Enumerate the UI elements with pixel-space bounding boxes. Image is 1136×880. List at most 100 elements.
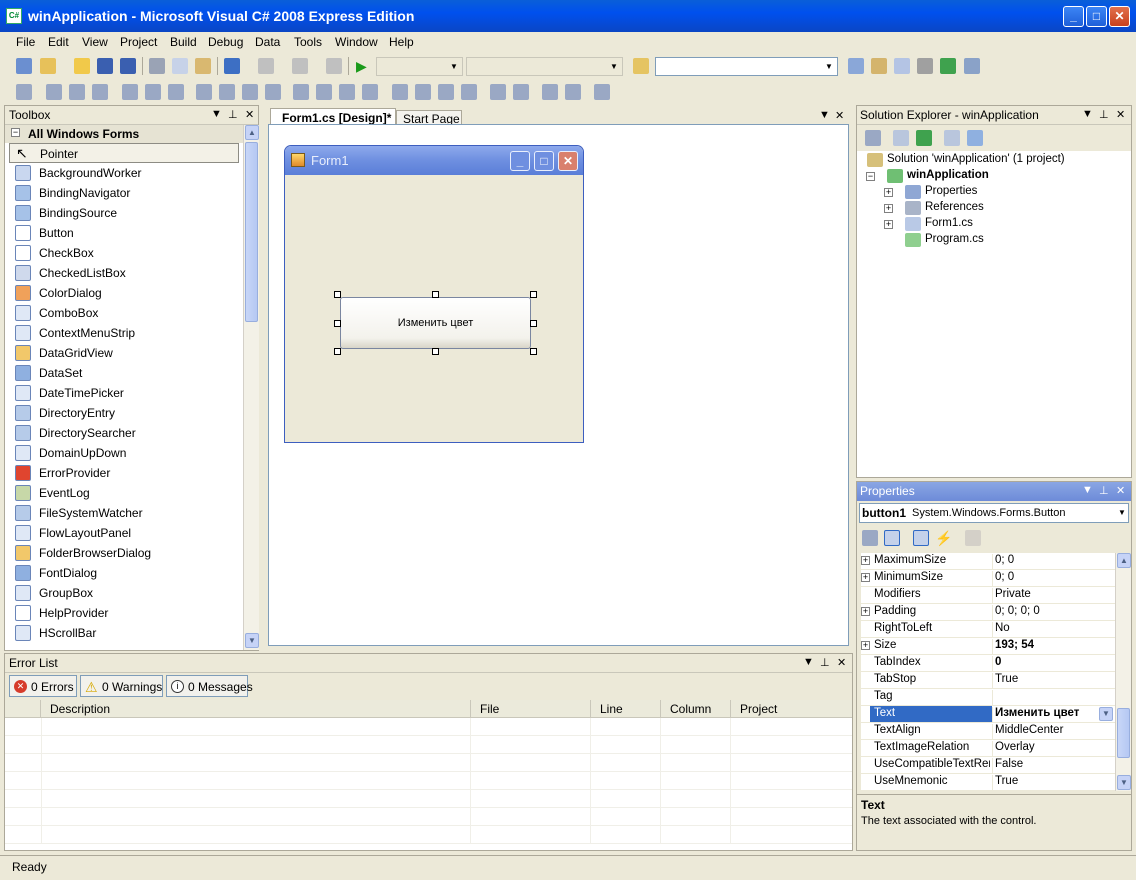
toolbox-item-errorprovider[interactable]: ErrorProvider bbox=[9, 463, 239, 483]
size-to-grid-icon[interactable] bbox=[265, 84, 281, 100]
platform-combo[interactable]: ▼ bbox=[466, 57, 623, 76]
resize-handle[interactable] bbox=[432, 348, 439, 355]
h-spacing-remove-icon[interactable] bbox=[362, 84, 378, 100]
center-horizontally-icon[interactable] bbox=[490, 84, 506, 100]
align-tops-icon[interactable] bbox=[122, 84, 138, 100]
navigate-forward-icon[interactable] bbox=[326, 58, 342, 74]
close-icon[interactable]: ✕ bbox=[245, 108, 254, 121]
table-row[interactable] bbox=[5, 772, 852, 790]
send-to-back-icon[interactable] bbox=[565, 84, 581, 100]
menu-debug[interactable]: Debug bbox=[208, 35, 243, 49]
property-scrollbar[interactable]: ▲ ▼ bbox=[1115, 553, 1131, 791]
scroll-down-icon[interactable]: ▼ bbox=[1117, 775, 1131, 790]
find-combo[interactable]: ▼ bbox=[655, 57, 838, 76]
expand-icon[interactable]: + bbox=[861, 573, 870, 582]
pin-icon[interactable]: ⊥ bbox=[1099, 484, 1109, 497]
menu-build[interactable]: Build bbox=[170, 35, 197, 49]
resize-handle[interactable] bbox=[530, 348, 537, 355]
alphabetical-icon[interactable] bbox=[884, 530, 900, 546]
property-row-righttoleft[interactable]: RightToLeft No bbox=[861, 621, 1115, 638]
tab-dropdown-icon[interactable]: ▼ bbox=[819, 109, 830, 121]
solution-explorer-icon[interactable] bbox=[871, 58, 887, 74]
dropdown-icon[interactable]: ▼ bbox=[211, 108, 222, 120]
dropdown-icon[interactable]: ▼ bbox=[1082, 484, 1093, 496]
other-windows-icon[interactable] bbox=[964, 58, 980, 74]
column-header-icon[interactable] bbox=[5, 700, 41, 717]
align-centers-icon[interactable] bbox=[69, 84, 85, 100]
v-spacing-decrease-icon[interactable] bbox=[438, 84, 454, 100]
start-page-icon[interactable] bbox=[940, 58, 956, 74]
property-value[interactable]: 0; 0; 0; 0 bbox=[992, 605, 1040, 621]
table-row[interactable] bbox=[5, 808, 852, 826]
messages-filter-button[interactable]: i 0 Messages bbox=[166, 675, 253, 697]
pin-icon[interactable]: ⊥ bbox=[228, 108, 238, 121]
scroll-thumb[interactable] bbox=[1117, 708, 1130, 758]
center-vertically-icon[interactable] bbox=[513, 84, 529, 100]
tree-item-program[interactable]: Program.cs bbox=[925, 233, 984, 245]
toolbox-item-eventlog[interactable]: EventLog bbox=[9, 483, 239, 503]
property-row-tag[interactable]: Tag bbox=[861, 689, 1115, 706]
app-icon[interactable]: C# bbox=[6, 8, 22, 24]
collapse-icon[interactable]: − bbox=[11, 128, 20, 137]
toolbox-item-button[interactable]: Button bbox=[9, 223, 239, 243]
toolbox-item-domainupdown[interactable]: DomainUpDown bbox=[9, 443, 239, 463]
resize-handle[interactable] bbox=[334, 348, 341, 355]
property-value[interactable]: 193; 54 bbox=[992, 639, 1034, 655]
resize-handle[interactable] bbox=[334, 291, 341, 298]
save-icon[interactable] bbox=[97, 58, 113, 74]
property-row-usemnemonic[interactable]: UseMnemonic True bbox=[861, 774, 1115, 791]
toolbox-item-groupbox[interactable]: GroupBox bbox=[9, 583, 239, 603]
property-value[interactable]: 0 bbox=[992, 656, 1001, 672]
make-same-size-icon[interactable] bbox=[242, 84, 258, 100]
v-spacing-increase-icon[interactable] bbox=[415, 84, 431, 100]
pin-icon[interactable]: ⊥ bbox=[1099, 108, 1109, 121]
toolbox-item-checkbox[interactable]: CheckBox bbox=[9, 243, 239, 263]
property-value[interactable]: True bbox=[992, 775, 1018, 791]
dropdown-icon[interactable]: ▼ bbox=[1082, 108, 1093, 120]
expand-icon[interactable]: + bbox=[861, 607, 870, 616]
toolbox-item-bindingnavigator[interactable]: BindingNavigator bbox=[9, 183, 239, 203]
categorized-icon[interactable] bbox=[862, 530, 878, 546]
column-header-column[interactable]: Column bbox=[670, 702, 711, 716]
property-value[interactable]: No bbox=[992, 622, 1010, 638]
property-grid[interactable]: + MaximumSize 0; 0 + MinimumSize 0; 0 Modifier… bbox=[857, 553, 1131, 792]
toolbox-scrollbar[interactable]: ▲ ▼ bbox=[243, 125, 259, 650]
add-item-icon[interactable] bbox=[40, 58, 56, 74]
align-bottoms-icon[interactable] bbox=[168, 84, 184, 100]
toolbox-item-fontdialog[interactable]: FontDialog bbox=[9, 563, 239, 583]
toolbox-item-directorysearcher[interactable]: DirectorySearcher bbox=[9, 423, 239, 443]
property-value[interactable]: False bbox=[992, 758, 1023, 774]
column-header-description[interactable]: Description bbox=[50, 702, 110, 716]
menu-file[interactable]: File bbox=[16, 35, 35, 49]
show-all-files-icon[interactable] bbox=[893, 130, 909, 146]
error-list-grid[interactable] bbox=[5, 718, 852, 850]
paste-icon[interactable] bbox=[195, 58, 211, 74]
configuration-combo[interactable]: ▼ bbox=[376, 57, 463, 76]
chevron-down-icon[interactable]: ▼ bbox=[1099, 707, 1113, 721]
navigate-back-icon[interactable] bbox=[292, 58, 308, 74]
tab-order-icon[interactable] bbox=[594, 84, 610, 100]
project-node[interactable]: winApplication bbox=[907, 169, 989, 181]
toolbox-item-contextmenustrip[interactable]: ContextMenuStrip bbox=[9, 323, 239, 343]
resize-handle[interactable] bbox=[530, 291, 537, 298]
menu-project[interactable]: Project bbox=[120, 35, 157, 49]
new-project-icon[interactable] bbox=[16, 58, 32, 74]
properties-window-icon[interactable] bbox=[894, 58, 910, 74]
expand-icon[interactable]: + bbox=[884, 188, 893, 197]
property-row-tabstop[interactable]: TabStop True bbox=[861, 672, 1115, 689]
toolbox-item-checkedlistbox[interactable]: CheckedListBox bbox=[9, 263, 239, 283]
resize-handle[interactable] bbox=[432, 291, 439, 298]
close-button[interactable]: ✕ bbox=[1109, 6, 1130, 27]
toolbox-item-datetimepicker[interactable]: DateTimePicker bbox=[9, 383, 239, 403]
scroll-up-icon[interactable]: ▲ bbox=[1117, 553, 1131, 568]
property-row-text[interactable]: ▼ Text Изменить цвет bbox=[861, 706, 1115, 723]
property-value[interactable]: MiddleCenter bbox=[992, 724, 1063, 740]
property-row-usecompatibletextrendering[interactable]: UseCompatibleTextRenderingFalse bbox=[861, 757, 1115, 774]
property-value[interactable]: Изменить цвет bbox=[992, 707, 1079, 723]
maximize-button[interactable]: □ bbox=[1086, 6, 1107, 27]
events-icon[interactable]: ⚡ bbox=[935, 530, 952, 546]
property-row-tabindex[interactable]: TabIndex 0 bbox=[861, 655, 1115, 672]
property-row-textalign[interactable]: TextAlign MiddleCenter bbox=[861, 723, 1115, 740]
scroll-thumb[interactable] bbox=[245, 142, 258, 322]
view-designer-icon[interactable] bbox=[967, 130, 983, 146]
